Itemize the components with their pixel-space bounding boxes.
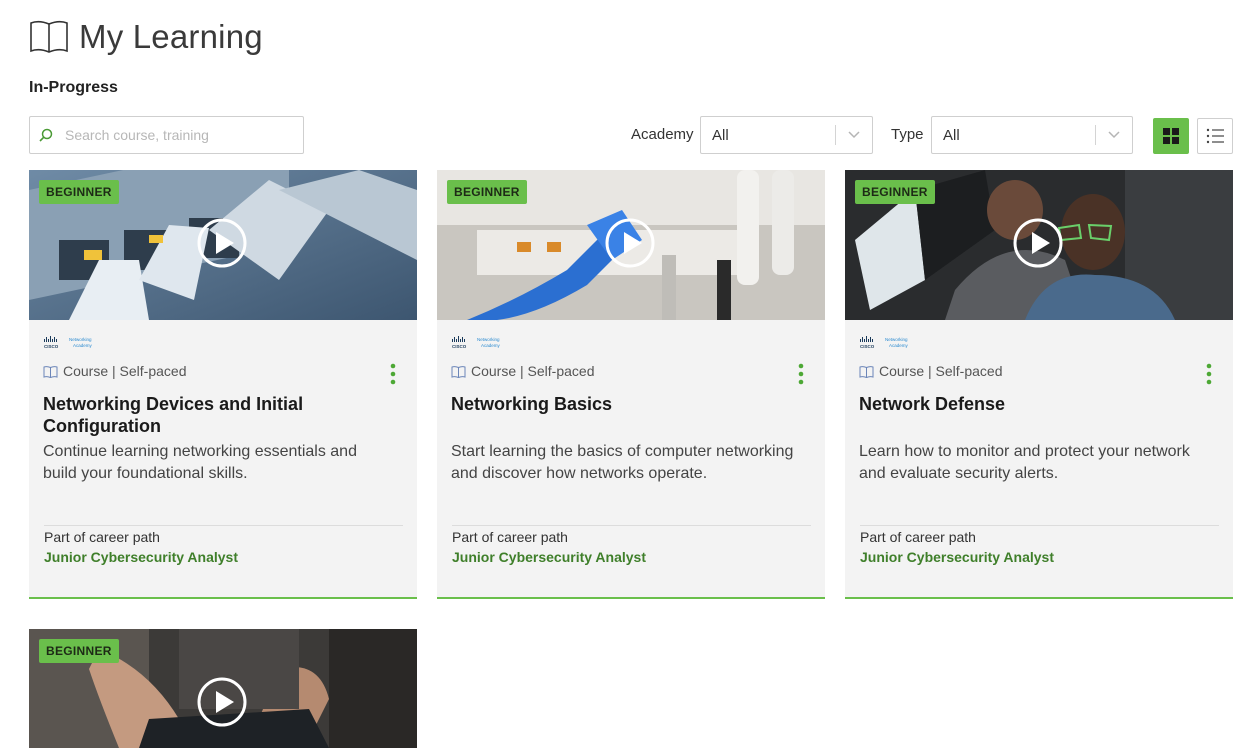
course-type-pace: Course | Self-paced — [63, 363, 187, 379]
career-path-link[interactable]: Junior Cybersecurity Analyst — [860, 549, 1054, 565]
course-title[interactable]: Network Defense — [859, 393, 1189, 415]
level-badge: BEGINNER — [39, 180, 119, 204]
svg-text:Academy: Academy — [481, 343, 501, 348]
chevron-down-icon[interactable] — [836, 117, 872, 153]
course-thumbnail[interactable]: BEGINNER — [437, 170, 825, 320]
card-divider — [44, 525, 403, 526]
academy-select-value: All — [712, 126, 729, 144]
course-type-pace: Course | Self-paced — [471, 363, 595, 379]
card-body: CISCO Networking Academy Course | Self-p… — [29, 320, 417, 597]
course-card[interactable]: BEGINNER CISCO Networking Academy Course… — [437, 170, 825, 599]
search-input[interactable] — [65, 127, 285, 143]
course-meta: Course | Self-paced — [43, 363, 186, 379]
card-body: CISCO Networking Academy Course | Self-p… — [437, 320, 825, 597]
more-options-icon[interactable] — [389, 363, 397, 385]
career-path-link[interactable]: Junior Cybersecurity Analyst — [44, 549, 238, 565]
career-path-link[interactable]: Junior Cybersecurity Analyst — [452, 549, 646, 565]
card-divider — [452, 525, 811, 526]
list-view-button[interactable] — [1197, 118, 1233, 154]
search-box[interactable] — [29, 116, 304, 154]
search-icon — [39, 128, 53, 142]
course-card[interactable]: BEGINNER — [29, 629, 417, 748]
course-description: Continue learning networking essentials … — [43, 443, 357, 482]
page-header: My Learning — [29, 18, 263, 56]
play-icon[interactable] — [197, 218, 247, 268]
grid-icon — [1163, 128, 1179, 144]
svg-text:Academy: Academy — [889, 343, 909, 348]
play-icon[interactable] — [197, 677, 247, 727]
more-options-icon[interactable] — [797, 363, 805, 385]
page-title: My Learning — [79, 18, 263, 55]
course-title[interactable]: Networking Devices and Initial Configura… — [43, 393, 373, 437]
level-badge: BEGINNER — [447, 180, 527, 204]
card-divider — [860, 525, 1219, 526]
academy-filter-label: Academy — [631, 126, 694, 143]
career-path-label: Part of career path — [452, 529, 568, 545]
list-icon — [1206, 128, 1224, 144]
svg-text:Academy: Academy — [73, 343, 93, 348]
play-icon[interactable] — [605, 218, 655, 268]
type-select-value: All — [943, 126, 960, 144]
section-title: In-Progress — [29, 79, 118, 96]
networking-academy-logo: CISCO Networking Academy — [452, 336, 501, 349]
book-icon — [43, 365, 58, 378]
svg-text:CISCO: CISCO — [44, 344, 59, 349]
course-meta: Course | Self-paced — [859, 363, 1002, 379]
course-title[interactable]: Networking Basics — [451, 393, 781, 415]
level-badge: BEGINNER — [39, 639, 119, 663]
svg-text:Networking: Networking — [477, 337, 500, 342]
book-icon — [451, 365, 466, 378]
course-thumbnail[interactable]: BEGINNER — [845, 170, 1233, 320]
career-path-label: Part of career path — [860, 529, 976, 545]
svg-text:Networking: Networking — [885, 337, 908, 342]
more-options-icon[interactable] — [1205, 363, 1213, 385]
course-thumbnail[interactable]: BEGINNER — [29, 629, 417, 748]
type-select[interactable]: All — [931, 116, 1133, 154]
chevron-down-icon[interactable] — [1096, 117, 1132, 153]
svg-text:CISCO: CISCO — [860, 344, 875, 349]
course-meta: Course | Self-paced — [451, 363, 594, 379]
course-card[interactable]: BEGINNER CISCO Networking Academy Course… — [29, 170, 417, 599]
card-body: CISCO Networking Academy Course | Self-p… — [845, 320, 1233, 597]
svg-text:CISCO: CISCO — [452, 344, 467, 349]
course-card[interactable]: BEGINNER CISCO Networking Academy Course… — [845, 170, 1233, 599]
play-icon[interactable] — [1013, 218, 1063, 268]
grid-view-button[interactable] — [1153, 118, 1189, 154]
career-path-label: Part of career path — [44, 529, 160, 545]
book-icon — [859, 365, 874, 378]
academy-select[interactable]: All — [700, 116, 873, 154]
svg-text:Networking: Networking — [69, 337, 92, 342]
course-description: Learn how to monitor and protect your ne… — [859, 443, 1190, 482]
course-description: Start learning the basics of computer ne… — [451, 443, 794, 482]
book-icon — [30, 20, 68, 53]
networking-academy-logo: CISCO Networking Academy — [860, 336, 909, 349]
networking-academy-logo: CISCO Networking Academy — [44, 336, 93, 349]
course-type-pace: Course | Self-paced — [879, 363, 1003, 379]
level-badge: BEGINNER — [855, 180, 935, 204]
course-thumbnail[interactable]: BEGINNER — [29, 170, 417, 320]
type-filter-label: Type — [891, 126, 924, 143]
